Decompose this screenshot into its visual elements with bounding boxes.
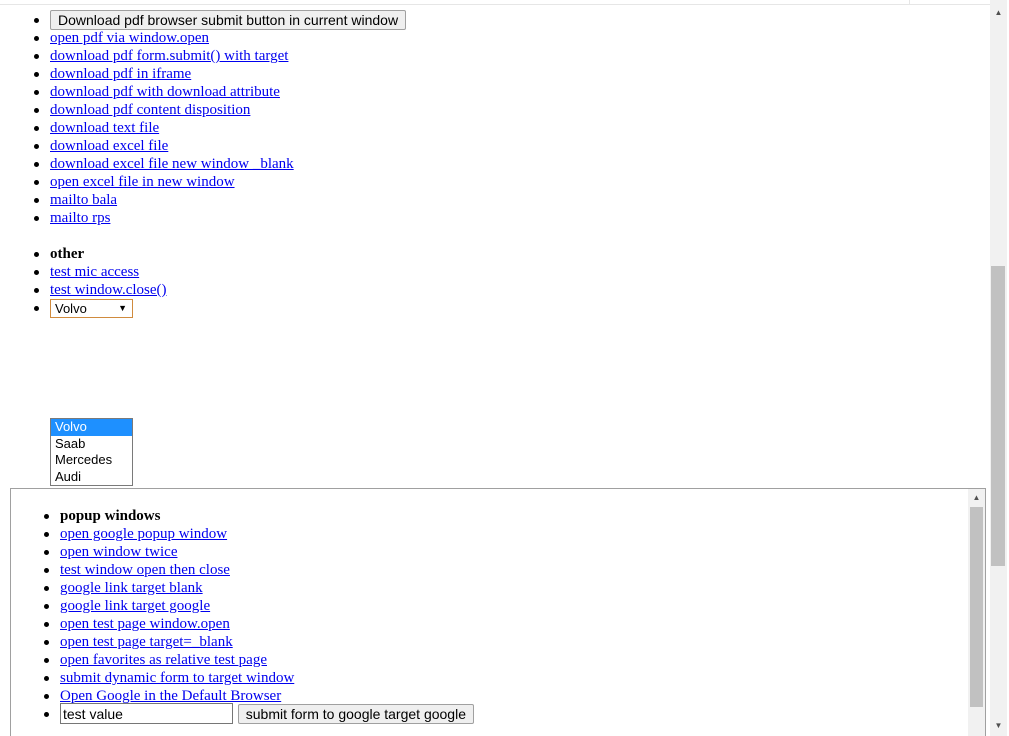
link-submit-dynamic-form[interactable]: submit dynamic form to target window bbox=[60, 670, 294, 686]
list-item: download text file bbox=[33, 119, 406, 137]
chevron-down-icon: ▼ bbox=[118, 303, 127, 313]
link-google-target-google[interactable]: google link target google bbox=[60, 598, 210, 614]
list-item: Volvo ▼ bbox=[34, 299, 167, 318]
list-item: open test page target=_blank bbox=[44, 633, 474, 651]
link-open-test-page-target-blank[interactable]: open test page target=_blank bbox=[60, 634, 233, 650]
list-item: popup windows bbox=[44, 507, 474, 525]
list-item: open google popup window bbox=[44, 525, 474, 543]
section-heading-popup-windows: popup windows bbox=[60, 508, 161, 524]
link-download-pdf-iframe[interactable]: download pdf in iframe bbox=[50, 66, 191, 82]
page-scrollbar[interactable]: ▲ ▼ bbox=[990, 0, 1007, 736]
link-google-target-blank[interactable]: google link target blank bbox=[60, 580, 203, 596]
scroll-down-arrow-icon[interactable]: ▼ bbox=[968, 730, 985, 736]
link-download-pdf-download-attribute[interactable]: download pdf with download attribute bbox=[50, 84, 280, 100]
car-select-value: Volvo bbox=[55, 301, 87, 316]
select-option-volvo[interactable]: Volvo bbox=[51, 419, 132, 436]
link-open-google-popup[interactable]: open google popup window bbox=[60, 526, 227, 542]
list-item: submit form to google target google bbox=[44, 703, 474, 724]
list-item: other bbox=[34, 245, 167, 263]
list-item: download pdf with download attribute bbox=[33, 83, 406, 101]
link-test-window-close[interactable]: test window.close() bbox=[50, 282, 167, 298]
link-download-excel-new-window[interactable]: download excel file new window _blank bbox=[50, 156, 294, 172]
list-item: submit dynamic form to target window bbox=[44, 669, 474, 687]
iframe-content: popup windows open google popup window o… bbox=[11, 489, 968, 736]
submit-form-google-button[interactable]: submit form to google target google bbox=[237, 704, 474, 724]
link-open-google-default-browser[interactable]: Open Google in the Default Browser bbox=[60, 688, 281, 704]
list-item: google link target blank bbox=[44, 579, 474, 597]
download-list: Download pdf browser submit button in cu… bbox=[33, 10, 407, 227]
link-download-text-file[interactable]: download text file bbox=[50, 120, 159, 136]
list-item: download pdf in iframe bbox=[33, 65, 406, 83]
list-item: test mic access bbox=[34, 263, 167, 281]
divider bbox=[0, 4, 990, 5]
link-mailto-bala[interactable]: mailto bala bbox=[50, 192, 117, 208]
list-item: download pdf form.submit() with target bbox=[33, 47, 406, 65]
link-download-pdf-content-disposition[interactable]: download pdf content disposition bbox=[50, 102, 250, 118]
iframe-scrollbar-thumb[interactable] bbox=[970, 507, 983, 707]
iframe-scrollbar[interactable]: ▲ ▼ bbox=[968, 489, 985, 736]
link-download-pdf-form-submit[interactable]: download pdf form.submit() with target bbox=[50, 48, 288, 64]
list-item: google link target google bbox=[44, 597, 474, 615]
scroll-up-arrow-icon[interactable]: ▲ bbox=[968, 489, 985, 506]
section-heading-other: other bbox=[50, 246, 85, 262]
link-open-excel-new-window[interactable]: open excel file in new window bbox=[50, 174, 235, 190]
link-test-mic-access[interactable]: test mic access bbox=[50, 264, 139, 280]
link-mailto-rps[interactable]: mailto rps bbox=[50, 210, 110, 226]
list-item: open pdf via window.open bbox=[33, 29, 406, 47]
link-open-test-page-window-open[interactable]: open test page window.open bbox=[60, 616, 230, 632]
scroll-up-arrow-icon[interactable]: ▲ bbox=[990, 4, 1007, 21]
list-item: download excel file new window _blank bbox=[33, 155, 406, 173]
list-item: mailto bala bbox=[33, 191, 406, 209]
list-item: download excel file bbox=[33, 137, 406, 155]
list-item: Download pdf browser submit button in cu… bbox=[33, 10, 407, 30]
select-option-mercedes[interactable]: Mercedes bbox=[51, 452, 132, 469]
page-scrollbar-thumb[interactable] bbox=[991, 266, 1005, 566]
link-test-window-open-close[interactable]: test window open then close bbox=[60, 562, 230, 578]
list-item: test window.close() bbox=[34, 281, 167, 299]
list-item: download pdf content disposition bbox=[33, 101, 406, 119]
link-download-excel-file[interactable]: download excel file bbox=[50, 138, 168, 154]
popup-windows-iframe: popup windows open google popup window o… bbox=[10, 488, 986, 736]
list-item: open favorites as relative test page bbox=[44, 651, 474, 669]
select-option-saab[interactable]: Saab bbox=[51, 436, 132, 453]
page: Download pdf browser submit button in cu… bbox=[0, 0, 990, 736]
popup-list: popup windows open google popup window o… bbox=[44, 507, 474, 724]
list-item: open test page window.open bbox=[44, 615, 474, 633]
select-option-audi[interactable]: Audi bbox=[51, 469, 132, 486]
car-select-dropdown: Volvo Saab Mercedes Audi bbox=[50, 418, 133, 486]
scroll-down-arrow-icon[interactable]: ▼ bbox=[990, 717, 1007, 734]
list-item: test window open then close bbox=[44, 561, 474, 579]
link-open-window-twice[interactable]: open window twice bbox=[60, 544, 177, 560]
divider bbox=[909, 0, 910, 5]
list-item: open window twice bbox=[44, 543, 474, 561]
link-open-favorites-relative[interactable]: open favorites as relative test page bbox=[60, 652, 267, 668]
car-select[interactable]: Volvo ▼ bbox=[50, 299, 133, 318]
link-open-pdf-window-open[interactable]: open pdf via window.open bbox=[50, 30, 209, 46]
list-item: mailto rps bbox=[33, 209, 406, 227]
other-list: other test mic access test window.close(… bbox=[34, 245, 167, 318]
list-item: open excel file in new window bbox=[33, 173, 406, 191]
test-value-input[interactable] bbox=[60, 703, 233, 724]
download-pdf-browser-submit-button[interactable]: Download pdf browser submit button in cu… bbox=[50, 10, 407, 30]
